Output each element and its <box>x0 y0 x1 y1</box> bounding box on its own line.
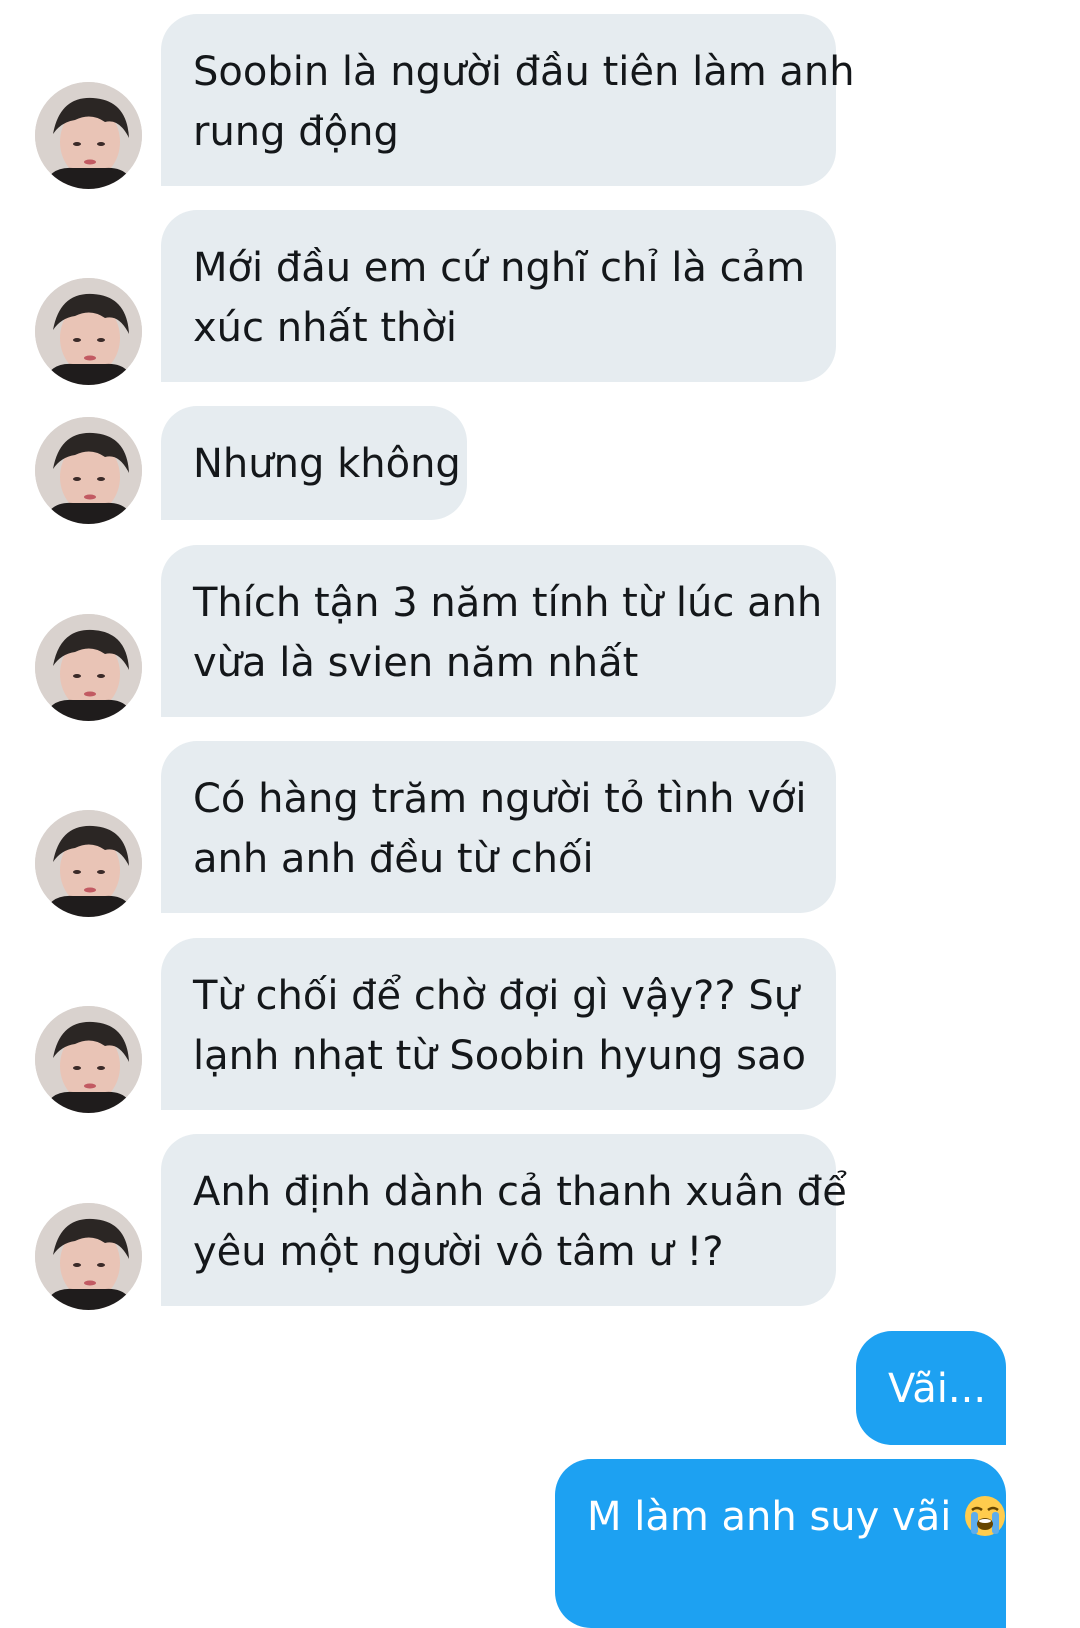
sender-avatar[interactable] <box>35 417 142 524</box>
incoming-message-bubble[interactable]: Có hàng trăm người tỏ tình với anh anh đ… <box>161 741 836 913</box>
outgoing-message-bubble[interactable]: M làm anh suy vãi <box>555 1459 1006 1628</box>
message-text-line: vừa là svien năm nhất <box>193 640 639 686</box>
sender-avatar[interactable] <box>35 1006 142 1113</box>
incoming-message-bubble[interactable]: Anh định dành cả thanh xuân để yêu một n… <box>161 1134 847 1306</box>
message-text-line: Thích tận 3 năm tính từ lúc anh <box>193 580 823 626</box>
sender-avatar[interactable] <box>35 82 142 189</box>
incoming-message-bubble[interactable]: Mới đầu em cứ nghĩ chỉ là cảm xúc nhất t… <box>161 210 836 382</box>
message-text-line: Có hàng trăm người tỏ tình với <box>193 776 807 822</box>
message-text-line: anh anh đều từ chối <box>193 836 594 882</box>
incoming-message-bubble[interactable]: Soobin là người đầu tiên làm anh rung độ… <box>161 14 855 186</box>
message-text-line: Từ chối để chờ đợi gì vậy?? Sự <box>193 973 800 1019</box>
message-text-line: Vãi... <box>888 1366 987 1412</box>
message-text-line: rung động <box>193 109 399 155</box>
outgoing-message-bubble[interactable]: Vãi... <box>856 1331 1006 1445</box>
sender-avatar[interactable] <box>35 614 142 721</box>
message-text-line: xúc nhất thời <box>193 305 457 351</box>
message-text-line: lạnh nhạt từ Soobin hyung sao <box>193 1033 806 1079</box>
incoming-message-bubble[interactable]: Thích tận 3 năm tính từ lúc anh vừa là s… <box>161 545 836 717</box>
message-text-line: Soobin là người đầu tiên làm anh <box>193 49 855 95</box>
message-text-line: Nhưng không <box>193 441 461 487</box>
loudly-crying-face-icon <box>963 1494 1007 1538</box>
message-text-line: M làm anh suy vãi <box>587 1494 952 1540</box>
message-text-line: Anh định dành cả thanh xuân để <box>193 1169 847 1215</box>
message-text-line: Mới đầu em cứ nghĩ chỉ là cảm <box>193 245 806 291</box>
incoming-message-bubble[interactable]: Từ chối để chờ đợi gì vậy?? Sự lạnh nhạt… <box>161 938 836 1110</box>
sender-avatar[interactable] <box>35 810 142 917</box>
sender-avatar[interactable] <box>35 278 142 385</box>
sender-avatar[interactable] <box>35 1203 142 1310</box>
incoming-message-bubble[interactable]: Nhưng không <box>161 406 467 520</box>
message-text-line: yêu một người vô tâm ư !? <box>193 1229 724 1275</box>
